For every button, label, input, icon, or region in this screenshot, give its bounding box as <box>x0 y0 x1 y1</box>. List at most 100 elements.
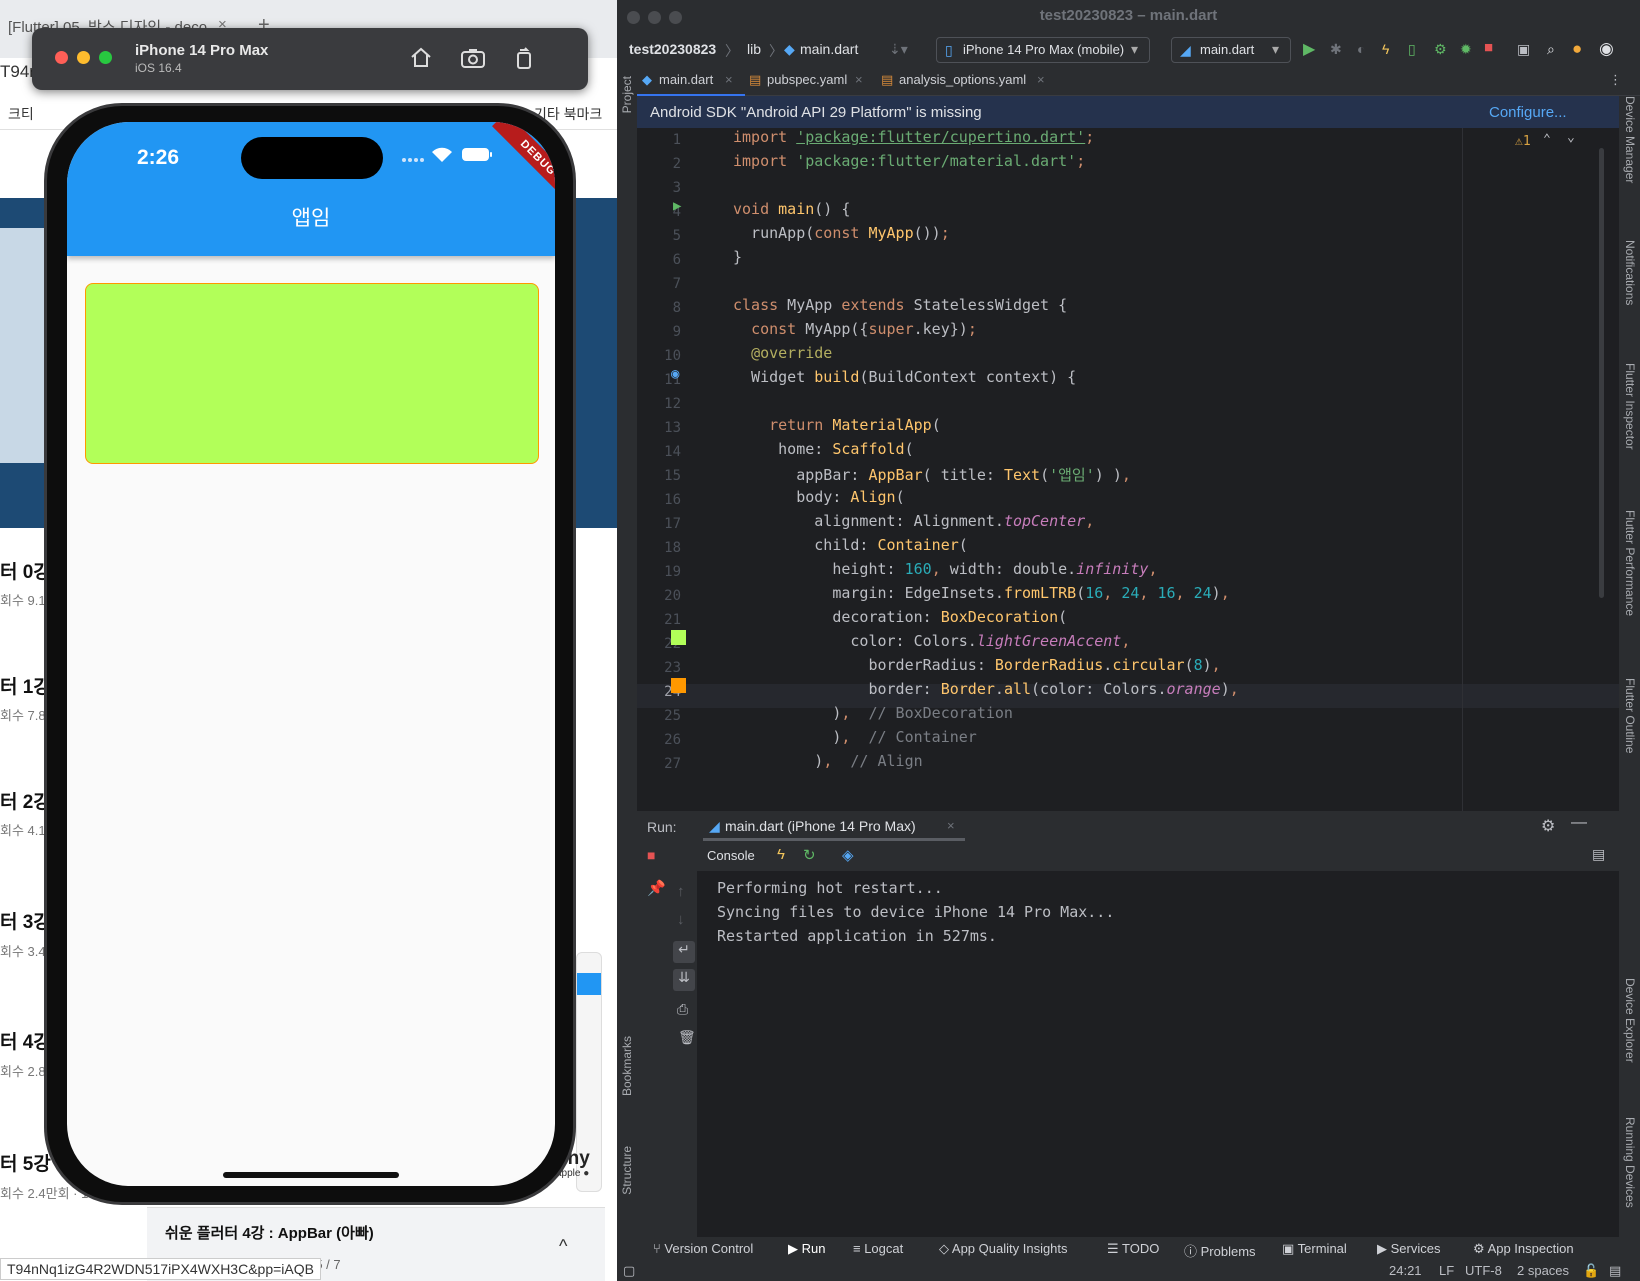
device-screen[interactable]: 2:26 앱임 DEBUG <box>67 122 555 1186</box>
device-explorer-tool[interactable]: Device Explorer <box>1623 978 1637 1063</box>
line-number: 10 <box>664 348 681 364</box>
minimize-window-button[interactable] <box>77 51 90 64</box>
terminal-tool[interactable]: ▣ Terminal <box>1282 1241 1347 1257</box>
soft-wrap-icon[interactable]: ↵ <box>673 941 695 963</box>
breadcrumb-lib[interactable]: lib <box>747 41 761 57</box>
run-gutter-icon[interactable]: ▶ <box>673 198 681 214</box>
problems-tool[interactable]: ⓘ Problems <box>1184 1241 1256 1260</box>
line-separator[interactable]: LF <box>1439 1263 1454 1278</box>
flutter-outline-tool[interactable]: Flutter Outline <box>1623 678 1637 753</box>
print-icon[interactable]: ⎙ <box>677 1001 688 1018</box>
warning-count[interactable]: ⚠1 <box>1515 134 1531 149</box>
run-tool[interactable]: ▶ Run <box>788 1241 825 1257</box>
tab-close-icon[interactable]: × <box>725 72 733 87</box>
android-studio-window: test20230823 – main.dart test20230823 〉 … <box>617 0 1640 1281</box>
bookmarks-tool[interactable]: Bookmarks <box>620 1036 634 1096</box>
arrow-up-icon[interactable]: ↑ <box>677 883 685 900</box>
project-name[interactable]: test20230823 <box>629 41 716 57</box>
chevron-down-icon[interactable]: ⌄ <box>1567 130 1575 145</box>
flutter-performance-tool[interactable]: Flutter Performance <box>1623 510 1637 616</box>
stop-icon[interactable]: ■ <box>1484 39 1493 56</box>
notifications-icon[interactable]: ▤ <box>1609 1263 1621 1279</box>
layout-icon[interactable]: ▤ <box>1592 846 1605 863</box>
home-icon[interactable] <box>409 46 433 70</box>
console-output[interactable]: Performing hot restart... Syncing files … <box>697 871 1619 1237</box>
account-icon[interactable]: ◉ <box>1599 39 1614 59</box>
home-indicator[interactable] <box>223 1172 399 1178</box>
arrow-down-icon[interactable]: ↓ <box>677 911 685 928</box>
todo-tool[interactable]: ☰ TODO <box>1107 1241 1159 1257</box>
hot-restart-icon[interactable]: ↻ <box>803 846 816 864</box>
dynamic-island <box>241 137 383 179</box>
settings-icon[interactable]: ⚙ <box>1541 816 1555 836</box>
tab-close-icon[interactable]: × <box>855 72 863 87</box>
minimize-icon[interactable]: — <box>1571 814 1587 832</box>
search-icon[interactable]: ⌕ <box>1547 41 1555 58</box>
device-selector[interactable]: ▯ iPhone 14 Pro Max (mobile) ▾ <box>936 37 1150 63</box>
indent-setting[interactable]: 2 spaces <box>1517 1263 1569 1278</box>
pin-icon[interactable]: 📌 <box>647 879 666 897</box>
services-tool[interactable]: ▶ Services <box>1377 1241 1440 1257</box>
device-manager-icon[interactable]: ▣ <box>1517 41 1530 58</box>
coverage-icon[interactable]: ✹ <box>1460 41 1472 58</box>
console-tab[interactable]: Console <box>707 848 755 863</box>
editor-scrollbar[interactable] <box>1599 148 1604 598</box>
logcat-tool[interactable]: ≡ Logcat <box>853 1241 903 1256</box>
structure-tool[interactable]: Structure <box>620 1146 634 1195</box>
trash-icon[interactable]: 🗑 <box>678 1029 696 1046</box>
run-icon[interactable]: ▶ <box>1303 39 1315 59</box>
code-line: border: Border.all(color: Colors.orange)… <box>733 680 1239 698</box>
zoom-window-button[interactable] <box>99 51 112 64</box>
file-encoding[interactable]: UTF-8 <box>1465 1263 1502 1278</box>
hot-reload-icon[interactable]: ϟ <box>777 846 785 863</box>
line-number: 19 <box>664 564 681 580</box>
vcs-icon[interactable]: ⇣▾ <box>889 41 908 58</box>
more-tabs-icon[interactable]: ⋮ <box>1609 72 1622 88</box>
color-swatch-orange[interactable] <box>671 678 686 693</box>
app-inspection-tool[interactable]: ⚙ App Inspection <box>1473 1241 1574 1257</box>
version-control-tool[interactable]: ⑂ Version Control <box>653 1241 753 1256</box>
chevron-up-icon[interactable]: ^ <box>559 1236 567 1257</box>
chevron-up-icon[interactable]: ⌃ <box>1543 132 1551 147</box>
profile-icon[interactable]: ◐ <box>1357 41 1365 57</box>
caret-position[interactable]: 24:21 <box>1389 1263 1422 1278</box>
configure-link[interactable]: Configure... <box>1489 104 1567 121</box>
hot-reload-icon[interactable]: ϟ <box>1382 41 1389 57</box>
notifications-tool[interactable]: Notifications <box>1623 240 1637 305</box>
device-manager-tool[interactable]: Device Manager <box>1623 96 1637 183</box>
tab-close-icon[interactable]: × <box>947 818 955 833</box>
project-tool[interactable]: Project <box>620 76 634 113</box>
code-editor[interactable]: ⚠1 ⌃ ⌄ 1 2 3 4 5 6 7 8 9 10 11 12 13 14 15 16 17 18 19 20 21… <box>637 128 1619 811</box>
layout-icon[interactable]: ▢ <box>623 1263 635 1279</box>
url-bar-fragment[interactable]: T94r <box>0 62 35 82</box>
tool-label: Problems <box>1200 1244 1256 1259</box>
line-number: 12 <box>664 396 681 412</box>
signal-dots-icon <box>402 158 424 162</box>
lock-icon[interactable]: 🔓 <box>1583 1263 1599 1279</box>
tab-main-dart[interactable]: ◆ main.dart × <box>637 66 745 96</box>
screenshot-icon[interactable] <box>460 46 486 70</box>
scroll-to-end-icon[interactable]: ⇊ <box>673 969 695 991</box>
rotate-icon[interactable] <box>512 46 536 70</box>
stop-icon[interactable]: ■ <box>647 847 655 863</box>
running-devices-tool[interactable]: Running Devices <box>1623 1117 1637 1208</box>
close-window-button[interactable] <box>55 51 68 64</box>
tab-close-icon[interactable]: × <box>1037 72 1045 87</box>
flutter-inspector-tool[interactable]: Flutter Inspector <box>1623 363 1637 450</box>
tab-pubspec[interactable]: pubspec.yaml <box>767 72 847 87</box>
app-quality-tool[interactable]: ◇ App Quality Insights <box>939 1241 1068 1257</box>
devtools-icon[interactable]: ◈ <box>842 846 854 864</box>
update-icon[interactable]: ● <box>1572 39 1582 59</box>
attach-icon[interactable]: ⚙ <box>1434 41 1447 58</box>
phone-icon: ▯ <box>945 42 953 58</box>
device-selector-label: iPhone 14 Pro Max (mobile) <box>963 42 1125 57</box>
color-swatch-lightgreen[interactable] <box>671 630 686 645</box>
run-config-selector[interactable]: ◢ main.dart ▾ <box>1171 37 1291 63</box>
bookmark-item[interactable]: 크티 <box>8 104 34 124</box>
tab-analysis-options[interactable]: analysis_options.yaml <box>899 72 1026 87</box>
debug-icon[interactable]: ✱ <box>1330 41 1342 58</box>
breadcrumb-file[interactable]: main.dart <box>800 41 858 57</box>
run-config-tab[interactable]: ◢ main.dart (iPhone 14 Pro Max) × <box>703 811 965 841</box>
override-gutter-icon[interactable]: ◉ <box>671 366 679 382</box>
hot-restart-icon[interactable]: ▯ <box>1408 41 1416 58</box>
